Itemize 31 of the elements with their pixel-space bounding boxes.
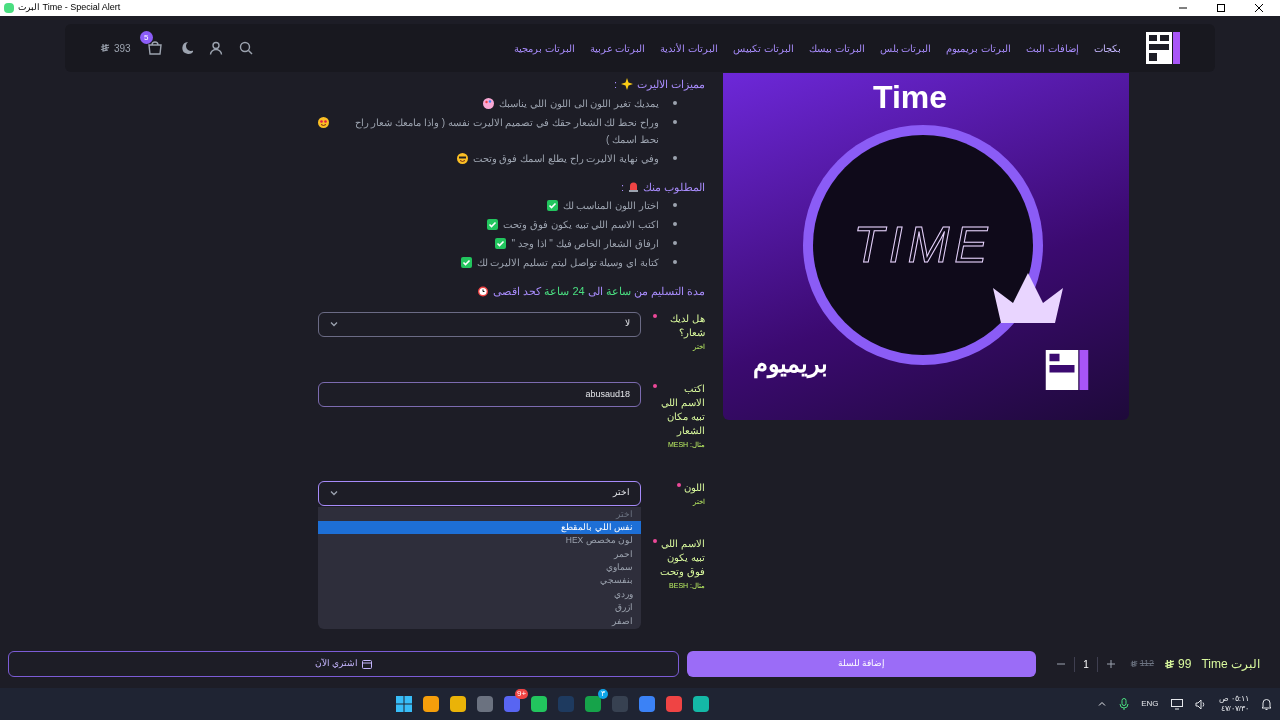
colon-text: : xyxy=(620,179,624,195)
list-item-text: اكتب الاسم اللي تبيه يكون فوق وتحت xyxy=(503,218,659,233)
colon-text: : xyxy=(613,77,617,92)
circle-title: TIME xyxy=(853,215,993,275)
field-label: الاسم اللي تبيه يكون فوق وتحت xyxy=(660,537,705,579)
select-value: اختر xyxy=(613,486,630,500)
field-label: اللون xyxy=(684,480,705,495)
image-title: Time xyxy=(873,78,948,117)
list-item-text: يمديك تغير اللون الى اللون اللي يناسبك xyxy=(499,96,659,112)
delivery-text: مدة التسليم من ساعة الى 24 ساعة كحد اقصى xyxy=(493,284,705,300)
cart-total: 393 xyxy=(114,41,131,56)
notification-badge: ٣ xyxy=(598,689,609,699)
notification-badge: 9+ xyxy=(514,689,529,699)
section-heading: مميزات الاليرت xyxy=(636,77,705,93)
list-item-text: اختار اللون المناسب لك xyxy=(562,199,659,214)
product-name: البرت Time xyxy=(1201,656,1260,673)
select-value: لا xyxy=(625,317,630,331)
window-title: البرت Time - Special Alert xyxy=(18,1,121,15)
list-item-text: وفي نهاية الاليرت راح يطلع اسمك فوق وتحت xyxy=(472,151,659,167)
list-item-text: وراح نحط لك الشعار حقك في تصميم الاليرت نفسه ( واذا مامعك شعار راح نحط اسمك ) xyxy=(353,115,659,147)
price: 99 xyxy=(1178,656,1192,673)
list-item-text: ارفاق الشعار الخاص فيك " اذا وجد " xyxy=(511,237,659,252)
quantity-value: 1 xyxy=(1074,656,1098,672)
field-value: abusaud18 xyxy=(585,387,630,401)
list-item-text: كتابة اي وسيلة تواصل ليتم تسليم الاليرت لك xyxy=(476,256,659,271)
section-heading: المطلوب منك xyxy=(642,179,705,195)
field-label: هل لديك شعار؟ xyxy=(669,311,705,340)
field-label: اكتب الاسم اللي تبيه مكان الشعار xyxy=(660,382,705,438)
cart-count-badge: 5 xyxy=(139,31,153,44)
image-badge-text: بريميوم xyxy=(753,349,828,381)
old-price: 112 xyxy=(1139,657,1155,671)
